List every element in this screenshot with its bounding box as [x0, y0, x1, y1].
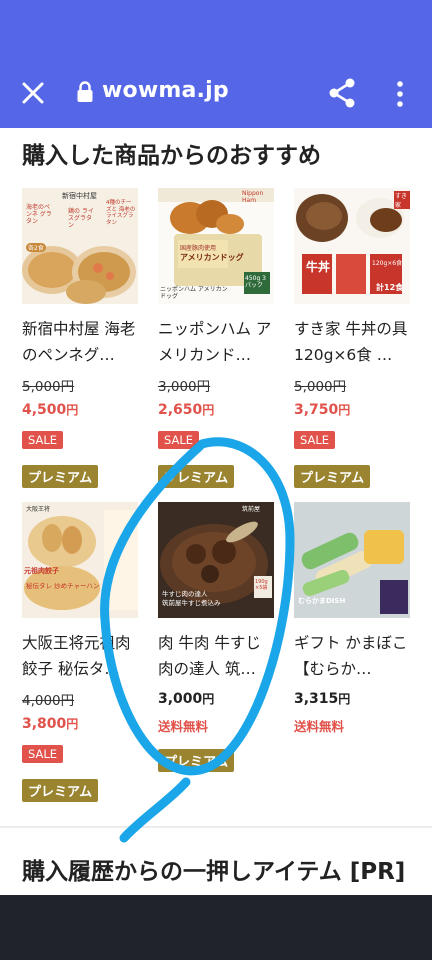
thumb-text: 計12食: [376, 283, 404, 292]
sale-price: 3,800円: [22, 716, 79, 732]
product-card[interactable]: 新宿中村屋 海老のペンネ グラタン 鶏の ライスグラタン 4種のチーズと 海老の…: [22, 188, 140, 488]
premium-badge: プレミアム: [22, 465, 99, 488]
sale-badge: SALE: [22, 745, 64, 763]
sale-price: 3,750円: [294, 402, 351, 418]
close-icon[interactable]: [20, 80, 46, 106]
original-price: 5,000円: [294, 379, 347, 395]
thumb-text: 190g ×5袋: [255, 579, 268, 591]
more-vert-icon[interactable]: [394, 80, 406, 108]
thumb-text: 120g×6食: [372, 260, 403, 267]
product-name[interactable]: ニッポンハム アメリカンド…: [158, 316, 276, 368]
product-card[interactable]: 筑前屋 牛すじ肉の達人 筑前屋牛すじ煮込み 190g ×5袋 肉 牛肉 牛すじ肉…: [158, 502, 276, 772]
product-image: すき家 牛丼 120g×6食 計12食: [294, 188, 410, 304]
thumb-text: 4種のチーズと 海老の ライスグラタン: [106, 200, 136, 226]
premium-badge: プレミアム: [22, 779, 99, 802]
product-name[interactable]: ギフト かまぼこ 【むらか…: [294, 630, 412, 682]
thumb-text: 牛丼: [306, 260, 331, 274]
sale-badge: SALE: [22, 431, 64, 449]
browser-toolbar: wowma.jp: [0, 0, 432, 128]
free-shipping-label: 送料無料: [294, 719, 345, 734]
price: 3,315円: [294, 691, 351, 707]
original-price: 5,000円: [22, 379, 75, 395]
original-price: 4,000円: [22, 693, 75, 709]
price: 3,000円: [158, 691, 215, 707]
thumb-text: 鶏の ライスグラタン: [68, 208, 94, 229]
thumb-text: アメリカンドッグ: [180, 253, 244, 262]
bottom-bar: [0, 895, 432, 960]
product-image: むらかまDISH: [294, 502, 410, 618]
thumb-text: 秘伝タレ 炒めチャーハン: [26, 582, 100, 590]
thumb-text: 海老のペンネ グラタン: [26, 204, 52, 225]
section-title-recommend: 購入した商品からのおすすめ: [22, 143, 321, 169]
thumb-text: 新宿中村屋: [62, 192, 97, 200]
thumb-text: 元祖肉餃子: [24, 567, 59, 575]
premium-badge: プレミアム: [158, 749, 235, 772]
thumb-text: 筑前屋: [242, 506, 261, 513]
product-name[interactable]: すき家 牛丼の具120g×6食 …: [294, 316, 412, 368]
thumb-text: 各2食: [26, 243, 46, 252]
product-card[interactable]: むらかまDISH ギフト かまぼこ 【むらか… 3,315円 送料無料: [294, 502, 412, 735]
sale-badge: SALE: [294, 431, 336, 449]
product-card[interactable]: すき家 牛丼 120g×6食 計12食 すき家 牛丼の具120g×6食 … 5,…: [294, 188, 412, 488]
product-card[interactable]: Nippon Ham 国産豚肉使用 アメリカンドッグ 450g 3パック ニッポ…: [158, 188, 276, 488]
lock-icon: [77, 81, 93, 102]
premium-badge: プレミアム: [294, 465, 371, 488]
thumb-text: すき家: [394, 191, 410, 209]
thumb-text: 筑前屋牛すじ煮込み: [162, 599, 221, 607]
sale-badge: SALE: [158, 431, 200, 449]
original-price: 3,000円: [158, 379, 211, 395]
section-title-pr: 購入履歴からの一押しアイテム [PR]: [22, 859, 406, 885]
product-image: Nippon Ham 国産豚肉使用 アメリカンドッグ 450g 3パック ニッポ…: [158, 188, 274, 304]
product-image: 新宿中村屋 海老のペンネ グラタン 鶏の ライスグラタン 4種のチーズと 海老の…: [22, 188, 138, 304]
free-shipping-label: 送料無料: [158, 719, 209, 734]
product-card[interactable]: 大阪王将 元祖肉餃子 秘伝タレ 炒めチャーハン 大阪王将元祖肉餃子 秘伝タ… 4…: [22, 502, 140, 802]
product-image: 大阪王将 元祖肉餃子 秘伝タレ 炒めチャーハン: [22, 502, 138, 618]
url-domain[interactable]: wowma.jp: [102, 78, 229, 103]
thumb-text: 450g 3パック: [245, 275, 266, 289]
product-name[interactable]: 肉 牛肉 牛すじ肉の達人 筑…: [158, 630, 276, 682]
sale-price: 4,500円: [22, 402, 79, 418]
thumb-text: むらかまDISH: [298, 597, 346, 605]
thumb-text: 国産豚肉使用: [180, 245, 217, 252]
thumb-text: 大阪王将: [26, 506, 51, 513]
product-name[interactable]: 新宿中村屋 海老のペンネグ…: [22, 316, 140, 368]
product-image: 筑前屋 牛すじ肉の達人 筑前屋牛すじ煮込み 190g ×5袋: [158, 502, 274, 618]
thumb-text: ニッポンハム アメリカンドッグ: [160, 286, 228, 300]
sale-price: 2,650円: [158, 402, 215, 418]
premium-badge: プレミアム: [158, 465, 235, 488]
share-icon[interactable]: [328, 78, 356, 108]
section-divider: [0, 826, 432, 828]
product-name[interactable]: 大阪王将元祖肉餃子 秘伝タ…: [22, 630, 140, 682]
thumb-text: Nippon Ham: [242, 190, 264, 204]
